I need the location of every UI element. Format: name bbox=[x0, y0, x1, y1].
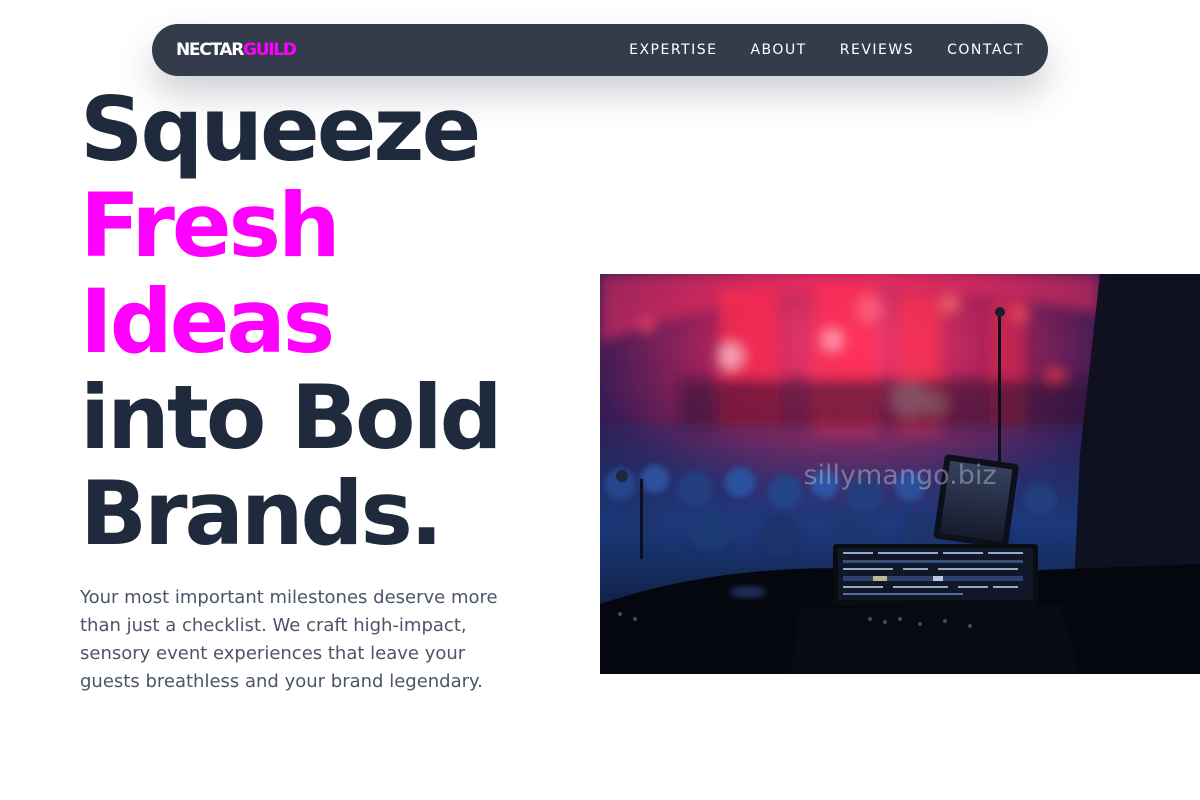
nav-link-expertise[interactable]: EXPERTISE bbox=[629, 42, 717, 58]
logo-accent-text: GUILD bbox=[243, 40, 297, 60]
hero-headline: Squeeze Fresh Ideas into Bold Brands. bbox=[80, 78, 503, 565]
nav-link-about[interactable]: ABOUT bbox=[750, 42, 806, 58]
nav-link-contact[interactable]: CONTACT bbox=[947, 42, 1024, 58]
top-navigation-bar: NECTAR GUILD EXPERTISE ABOUT REVIEWS CONT… bbox=[152, 24, 1048, 76]
brand-logo[interactable]: NECTAR GUILD bbox=[176, 40, 297, 60]
hero-concert-image: sillymango.biz bbox=[600, 274, 1200, 674]
hero-description: Your most important milestones deserve m… bbox=[80, 587, 498, 692]
nav-link-reviews[interactable]: REVIEWS bbox=[840, 42, 914, 58]
concert-scene-illustration bbox=[600, 274, 1200, 674]
logo-primary-text: NECTAR bbox=[176, 40, 244, 60]
nav-links: EXPERTISE ABOUT REVIEWS CONTACT bbox=[629, 42, 1024, 58]
headline-line-into-bold: into Bold bbox=[80, 366, 503, 469]
headline-line-fresh: Fresh bbox=[80, 174, 341, 277]
page: NECTAR GUILD EXPERTISE ABOUT REVIEWS CONT… bbox=[0, 0, 1200, 800]
headline-line-ideas: Ideas bbox=[80, 270, 335, 373]
headline-line-brands: Brands. bbox=[80, 462, 443, 565]
headline-line-squeeze: Squeeze bbox=[80, 78, 481, 181]
